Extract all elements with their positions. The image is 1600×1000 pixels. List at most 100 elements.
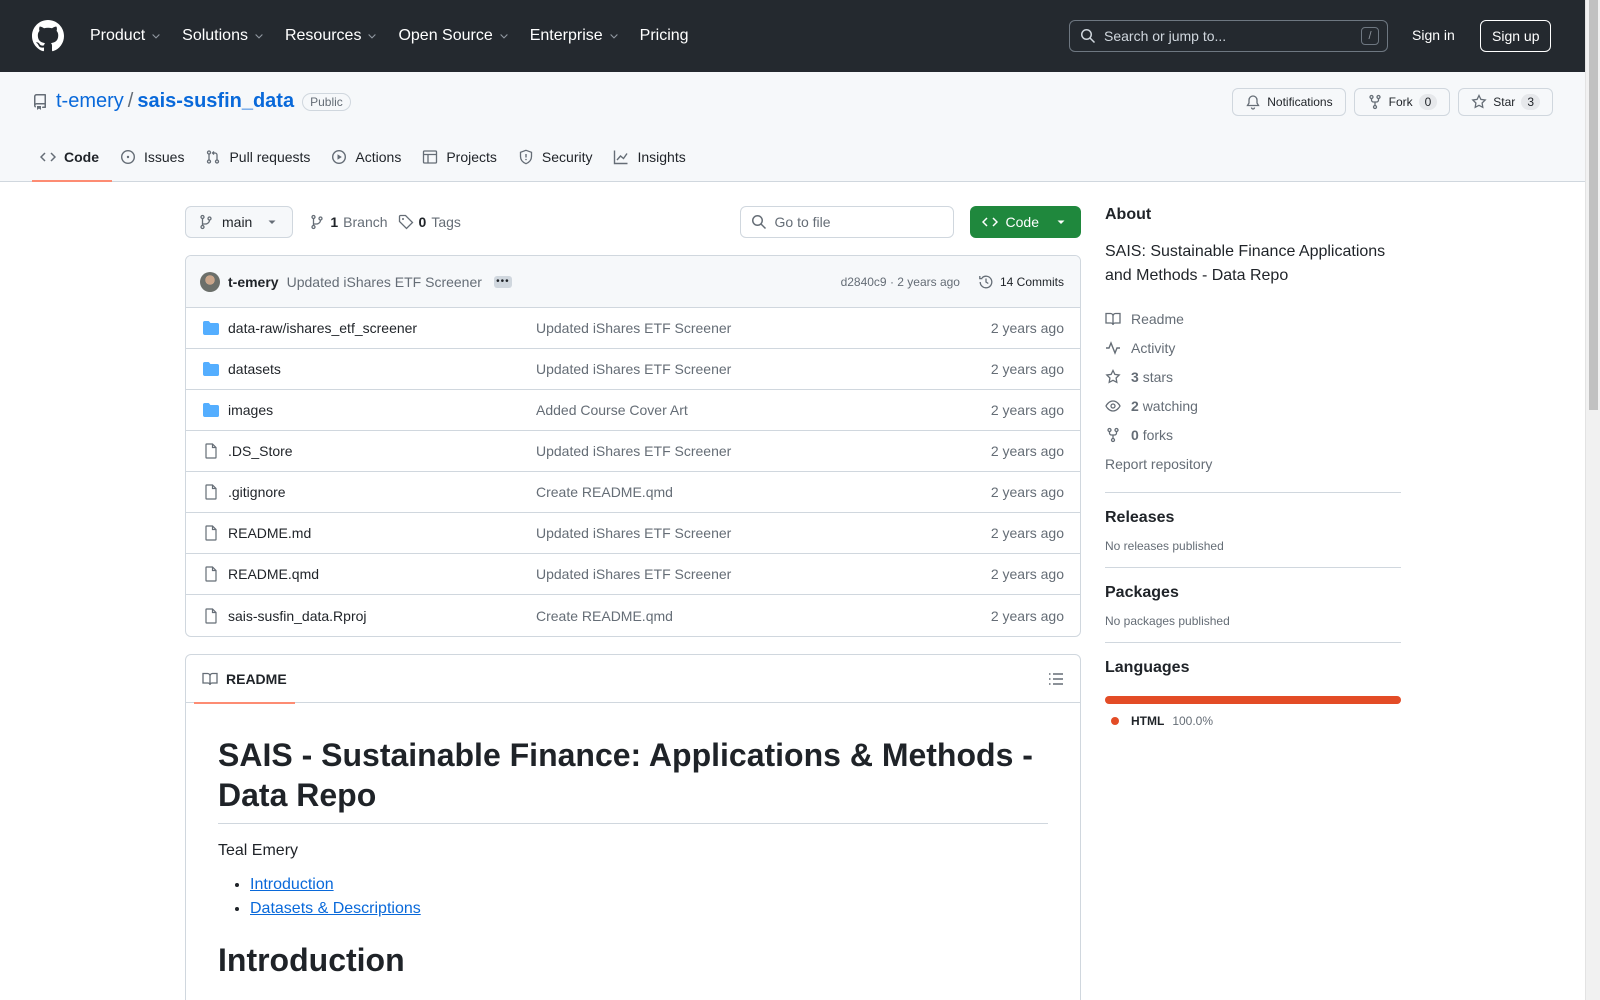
tab-code[interactable]: Code	[32, 133, 112, 182]
file-row[interactable]: sais-susfin_data.Rproj Create README.qmd…	[186, 595, 1080, 636]
toc-link-introduction[interactable]: Introduction	[250, 876, 334, 893]
divider	[1105, 642, 1401, 643]
github-logo-icon[interactable]	[32, 20, 64, 52]
commits-history-link[interactable]: 14 Commits	[978, 274, 1064, 290]
language-name: HTML	[1131, 714, 1165, 728]
graph-icon	[614, 150, 629, 165]
file-name-cell: datasets	[202, 361, 536, 377]
branch-name: main	[222, 214, 253, 230]
tab-pull-requests[interactable]: Pull requests	[197, 133, 323, 181]
tab-projects-label: Projects	[446, 149, 497, 165]
chevron-down-icon	[152, 34, 160, 39]
nav-solutions[interactable]: Solutions	[172, 20, 275, 52]
stars-link[interactable]: 3 stars	[1105, 362, 1401, 391]
repo-header: t-emery / sais-susfin_data Public Notifi…	[0, 72, 1585, 182]
file-age: 2 years ago	[990, 607, 1064, 624]
sign-up-button[interactable]: Sign up	[1480, 20, 1552, 52]
packages-heading[interactable]: Packages	[1105, 584, 1401, 602]
breadcrumb-separator: /	[127, 90, 134, 112]
file-row[interactable]: README.qmd Updated iShares ETF Screener …	[186, 554, 1080, 595]
page-scrollbar[interactable]	[1585, 0, 1600, 1000]
scrollbar-thumb[interactable]	[1589, 0, 1598, 410]
file-toolbar: main 1 Branch 0 Tags Go to file Code	[185, 206, 1081, 238]
file-commit-message[interactable]: Updated iShares ETF Screener	[536, 361, 991, 377]
file-name-cell: images	[202, 402, 536, 418]
tab-insights[interactable]: Insights	[605, 133, 698, 181]
book-icon	[202, 672, 218, 685]
file-link[interactable]: data-raw/ishares_etf_screener	[228, 320, 417, 336]
avatar[interactable]	[200, 271, 220, 292]
file-row[interactable]: images Added Course Cover Art 2 years ag…	[186, 390, 1080, 431]
nav-product[interactable]: Product	[88, 20, 172, 52]
commit-message-link[interactable]: Updated iShares ETF Screener	[287, 274, 482, 290]
list-item: Datasets & Descriptions	[250, 900, 1048, 918]
file-row[interactable]: README.md Updated iShares ETF Screener 2…	[186, 513, 1080, 554]
global-nav: Product Solutions Resources Open Source …	[88, 20, 699, 52]
file-link[interactable]: .DS_Store	[228, 443, 293, 459]
file-commit-message[interactable]: Added Course Cover Art	[536, 402, 991, 418]
go-to-file-input[interactable]: Go to file	[739, 206, 954, 238]
repo-name-link[interactable]: sais-susfin_data	[137, 90, 294, 113]
file-link[interactable]: README.qmd	[228, 566, 319, 582]
sign-in-link[interactable]: Sign in	[1412, 27, 1455, 43]
star-button[interactable]: Star 3	[1458, 88, 1553, 116]
readme-panel: README SAIS - Sustainable Finance: Appli…	[185, 654, 1081, 1000]
repo-owner-link[interactable]: t-emery	[56, 90, 124, 113]
activity-link[interactable]: Activity	[1105, 333, 1401, 362]
forks-link[interactable]: 0 forks	[1105, 420, 1401, 449]
readme-tab[interactable]: README	[194, 655, 295, 704]
commit-hash-age[interactable]: d2840c9 · 2 years ago	[841, 275, 960, 289]
branches-link[interactable]: 1 Branch	[309, 214, 388, 230]
file-row[interactable]: data-raw/ishares_etf_screener Updated iS…	[186, 308, 1080, 349]
file-row[interactable]: .DS_Store Updated iShares ETF Screener 2…	[186, 431, 1080, 472]
commit-author-link[interactable]: t-emery	[228, 274, 279, 290]
stars-count: 3	[1131, 368, 1139, 385]
pull-request-icon	[207, 150, 220, 164]
tab-projects[interactable]: Projects	[414, 133, 510, 181]
file-row[interactable]: .gitignore Create README.qmd 2 years ago	[186, 472, 1080, 513]
global-search-input[interactable]: Search or jump to... /	[1069, 20, 1388, 52]
commit-meta: d2840c9 · 2 years ago 14 Commits	[841, 274, 1064, 290]
outline-list-icon[interactable]	[1048, 671, 1064, 687]
file-link[interactable]: README.md	[228, 525, 311, 541]
file-link[interactable]: sais-susfin_data.Rproj	[228, 608, 367, 624]
readme-link[interactable]: Readme	[1105, 304, 1401, 333]
nav-resources[interactable]: Resources	[275, 20, 388, 52]
watching-link[interactable]: 2 watching	[1105, 391, 1401, 420]
file-commit-message[interactable]: Updated iShares ETF Screener	[536, 525, 991, 541]
watching-label: watching	[1142, 397, 1198, 414]
file-commit-message[interactable]: Updated iShares ETF Screener	[536, 566, 991, 582]
fork-button[interactable]: Fork 0	[1353, 88, 1451, 116]
nav-pricing[interactable]: Pricing	[630, 20, 699, 52]
star-icon	[1471, 94, 1487, 109]
notifications-label: Notifications	[1267, 95, 1333, 109]
report-repository-link[interactable]: Report repository	[1105, 449, 1401, 478]
tags-link[interactable]: 0 Tags	[398, 214, 461, 230]
nav-enterprise[interactable]: Enterprise	[520, 20, 630, 52]
notifications-button[interactable]: Notifications	[1232, 88, 1346, 116]
file-age: 2 years ago	[990, 402, 1064, 418]
language-item[interactable]: HTML 100.0%	[1105, 714, 1401, 728]
file-commit-message[interactable]: Updated iShares ETF Screener	[536, 320, 991, 336]
nav-open-source[interactable]: Open Source	[388, 20, 519, 52]
file-commit-message[interactable]: Create README.qmd	[536, 484, 991, 500]
tab-actions[interactable]: Actions	[323, 133, 414, 181]
releases-heading[interactable]: Releases	[1105, 509, 1401, 527]
file-commit-message[interactable]: Create README.qmd	[536, 608, 991, 624]
file-commit-message[interactable]: Updated iShares ETF Screener	[536, 443, 991, 459]
list-item: Introduction	[250, 876, 1048, 894]
file-link[interactable]: datasets	[228, 361, 281, 377]
chevron-down-icon	[609, 34, 618, 39]
tab-issues[interactable]: Issues	[112, 133, 197, 181]
file-name-cell: README.md	[202, 525, 536, 541]
toc-link-datasets[interactable]: Datasets & Descriptions	[250, 900, 421, 917]
file-row[interactable]: datasets Updated iShares ETF Screener 2 …	[186, 349, 1080, 390]
search-icon	[1081, 29, 1096, 44]
commit-details-toggle[interactable]: •••	[493, 275, 512, 288]
tab-security[interactable]: Security	[510, 133, 606, 181]
file-link[interactable]: .gitignore	[228, 484, 286, 500]
code-button[interactable]: Code	[969, 206, 1081, 238]
forks-label: forks	[1142, 426, 1174, 443]
branch-selector[interactable]: main	[185, 206, 294, 238]
file-link[interactable]: images	[228, 402, 273, 418]
